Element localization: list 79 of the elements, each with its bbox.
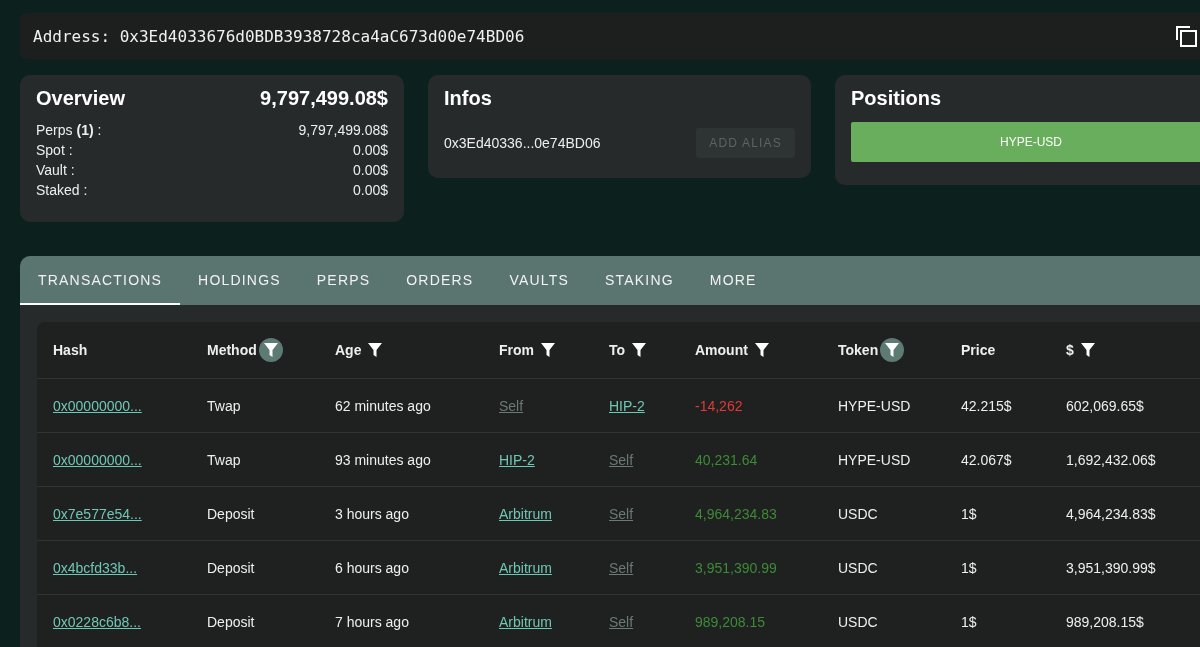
overview-label: Vault : xyxy=(36,161,75,180)
overview-label: Staked : xyxy=(36,181,88,200)
amount-cell: 40,231.64 xyxy=(695,451,758,468)
overview-total: 9,797,499.08$ xyxy=(260,87,388,110)
tab[interactable]: PERPS xyxy=(298,256,389,305)
column-header: Method xyxy=(207,342,257,358)
table-cell: 1$ xyxy=(961,613,977,630)
table-cell: 93 minutes ago xyxy=(335,451,431,468)
tab[interactable]: MORE xyxy=(691,256,775,305)
table-cell: 4,964,234.83$ xyxy=(1066,505,1156,522)
from-link[interactable]: Arbitrum xyxy=(499,613,552,630)
table-cell: Deposit xyxy=(207,613,255,630)
table-cell: Deposit xyxy=(207,505,255,522)
amount-cell: -14,262 xyxy=(695,397,743,414)
column-header: Age xyxy=(335,342,362,358)
table-cell: 1$ xyxy=(961,559,977,576)
filter-icon[interactable] xyxy=(258,338,283,362)
filter-icon[interactable] xyxy=(880,338,905,362)
table-cell: 3,951,390.99$ xyxy=(1066,559,1156,576)
table-cell: USDC xyxy=(838,505,878,522)
table-cell: 989,208.15$ xyxy=(1066,613,1144,630)
table-cell: HYPE-USD xyxy=(838,451,911,468)
to-link[interactable]: HIP-2 xyxy=(609,397,645,414)
positions-title: Positions xyxy=(851,87,941,109)
column-header: Price xyxy=(961,342,996,358)
table-cell: 602,069.65$ xyxy=(1066,397,1144,414)
table-cell: Twap xyxy=(207,451,241,468)
overview-label: Perps (1) : xyxy=(36,121,102,140)
to-link[interactable]: Self xyxy=(609,559,634,576)
table-cell: USDC xyxy=(838,613,878,630)
hash-link[interactable]: 0x7e577e54... xyxy=(53,505,142,522)
table-cell: 3 hours ago xyxy=(335,505,409,522)
tab[interactable]: TRANSACTIONS xyxy=(20,256,181,305)
column-header: Token xyxy=(838,342,879,358)
table-cell: USDC xyxy=(838,559,878,576)
overview-value: 0.00$ xyxy=(352,181,388,200)
hash-link[interactable]: 0x00000000... xyxy=(53,451,142,468)
from-link[interactable]: Arbitrum xyxy=(499,559,552,576)
address-text: Address: 0x3Ed4033676d0BDB3938728ca4aC673d00e74BD06 xyxy=(33,26,526,46)
table-cell: 1$ xyxy=(961,505,977,522)
table-cell: 6 hours ago xyxy=(335,559,409,576)
infos-title: Infos xyxy=(444,87,492,109)
overview-title: Overview xyxy=(36,87,125,110)
hash-link[interactable]: 0x0228c6b8... xyxy=(53,613,141,630)
amount-cell: 3,951,390.99 xyxy=(695,559,777,576)
tab[interactable]: HOLDINGS xyxy=(180,256,299,305)
to-link[interactable]: Self xyxy=(609,505,634,522)
overview-label: Spot : xyxy=(36,141,73,160)
table-cell: 7 hours ago xyxy=(335,613,409,630)
overview-value: 0.00$ xyxy=(352,141,388,160)
to-link[interactable]: Self xyxy=(609,613,634,630)
from-link[interactable]: Self xyxy=(499,397,524,414)
tab[interactable]: ORDERS xyxy=(388,256,492,305)
table-cell: 42.215$ xyxy=(961,397,1012,414)
table-cell: 1,692,432.06$ xyxy=(1066,451,1156,468)
table-cell: Deposit xyxy=(207,559,255,576)
table-cell: 42.067$ xyxy=(961,451,1012,468)
hash-link[interactable]: 0x4bcfd33b... xyxy=(53,559,138,576)
overview-value: 9,797,499.08$ xyxy=(298,121,388,140)
to-link[interactable]: Self xyxy=(609,451,634,468)
column-header: Amount xyxy=(695,342,748,358)
table-cell: Twap xyxy=(207,397,241,414)
short-address: 0x3Ed40336...0e74BD06 xyxy=(444,135,601,151)
hash-link[interactable]: 0x00000000... xyxy=(53,397,142,414)
amount-cell: 4,964,234.83 xyxy=(695,505,777,522)
table-cell: 62 minutes ago xyxy=(335,397,431,414)
column-header: Hash xyxy=(53,342,88,358)
amount-cell: 989,208.15 xyxy=(695,613,766,630)
tab[interactable]: VAULTS xyxy=(491,256,587,305)
overview-value: 0.00$ xyxy=(352,161,388,180)
column-header: To xyxy=(609,342,626,358)
column-header: From xyxy=(499,342,534,358)
table-cell: HYPE-USD xyxy=(838,397,911,414)
column-header: $ xyxy=(1066,342,1074,358)
position-button[interactable]: HYPE-USD xyxy=(851,122,1200,162)
from-link[interactable]: Arbitrum xyxy=(499,505,552,522)
from-link[interactable]: HIP-2 xyxy=(499,451,535,468)
tab[interactable]: STAKING xyxy=(587,256,692,305)
copy-icon[interactable] xyxy=(1175,25,1197,47)
